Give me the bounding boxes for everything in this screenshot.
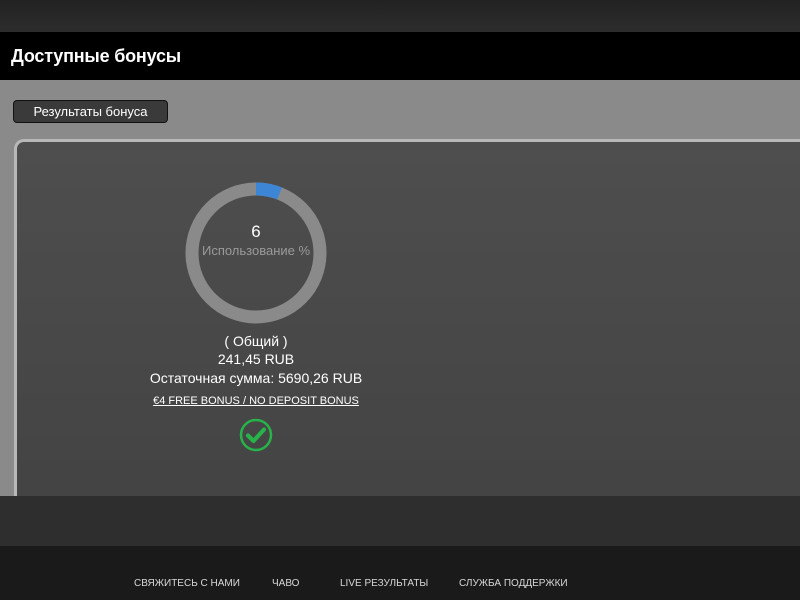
lower-band — [0, 496, 800, 546]
footer-link-faq[interactable]: ЧАВО — [272, 578, 299, 589]
bonus-name-link[interactable]: €4 FREE BONUS / NO DEPOSIT BONUS — [106, 395, 406, 407]
check-circle-icon — [239, 418, 273, 452]
bonus-results-button[interactable]: Результаты бонуса — [13, 100, 168, 123]
bonus-panel: 6 Использование % ( Общий ) 241,45 RUB О… — [14, 139, 800, 553]
usage-caption: Использование % — [201, 243, 311, 258]
usage-value: 6 — [251, 222, 261, 241]
page: Доступные бонусы Результаты бонуса 6 Исп… — [0, 0, 800, 600]
footer-link-support[interactable]: СЛУЖБА ПОДДЕРЖКИ — [459, 578, 568, 589]
footer-link-contact[interactable]: СВЯЖИТЕСЬ С НАМИ — [134, 578, 240, 589]
content-area: Результаты бонуса 6 Использование % ( Об… — [0, 80, 800, 553]
footer-link-live-results[interactable]: LIVE РЕЗУЛЬТАТЫ — [340, 578, 428, 589]
bonus-type-label: ( Общий ) — [224, 333, 288, 349]
header-bar: Доступные бонусы — [0, 32, 800, 80]
footer: СВЯЖИТЕСЬ С НАМИ ЧАВО LIVE РЕЗУЛЬТАТЫ СЛ… — [0, 546, 800, 600]
bonus-remaining-amount: Остаточная сумма: 5690,26 RUB — [149, 370, 363, 386]
page-title: Доступные бонусы — [11, 45, 181, 66]
bonus-card: 6 Использование % ( Общий ) 241,45 RUB О… — [17, 142, 800, 550]
bonus-amount: 241,45 RUB — [217, 351, 295, 367]
top-band — [0, 0, 800, 32]
